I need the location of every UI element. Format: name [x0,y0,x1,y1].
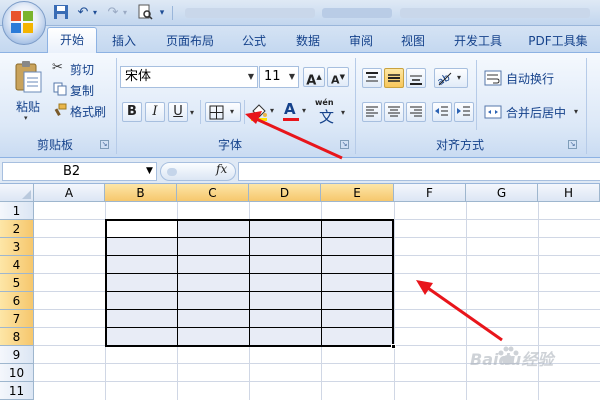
tab-home[interactable]: 开始 [47,27,97,53]
tab-label: 开始 [59,33,84,47]
arrow-to-table [424,284,503,342]
arrow-head [416,280,433,295]
arrow-to-borders-button [253,116,343,160]
watermark-text: Baidu经验 [470,350,554,369]
office-logo-icon [11,11,33,33]
watermark: Baidu经验 [470,340,598,380]
